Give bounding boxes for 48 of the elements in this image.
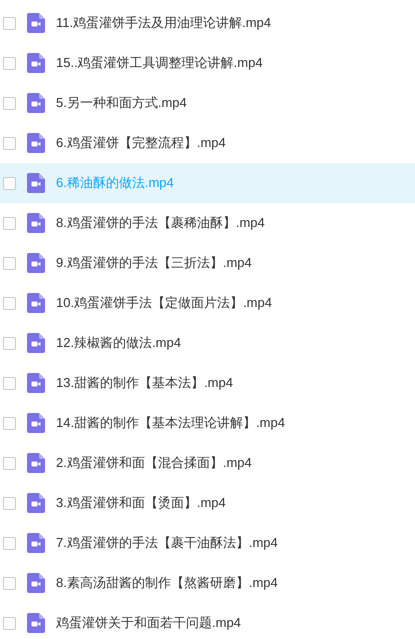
checkbox[interactable] (3, 136, 16, 150)
video-file-icon (27, 253, 45, 273)
video-file-icon (27, 533, 45, 553)
video-file-icon (27, 93, 45, 113)
checkbox[interactable] (3, 176, 16, 190)
checkbox[interactable] (3, 416, 16, 430)
file-name: 3.鸡蛋灌饼和面【烫面】.mp4 (56, 494, 226, 512)
checkbox[interactable] (3, 256, 16, 270)
file-name: 8.鸡蛋灌饼的手法【裹稀油酥】.mp4 (56, 214, 265, 232)
checkbox[interactable] (3, 336, 16, 350)
video-file-icon (27, 53, 45, 73)
file-name: 11.鸡蛋灌饼手法及用油理论讲解.mp4 (56, 14, 272, 32)
video-file-icon (27, 213, 45, 233)
checkbox[interactable] (3, 16, 16, 30)
video-file-icon (27, 373, 45, 393)
video-file-icon (27, 573, 45, 593)
file-name: 6.稀油酥的做法.mp4 (56, 174, 174, 192)
checkbox[interactable] (3, 616, 16, 630)
video-file-icon (27, 413, 45, 433)
file-name: 10.鸡蛋灌饼手法【定做面片法】.mp4 (56, 294, 272, 312)
video-file-icon (27, 493, 45, 513)
file-name: 鸡蛋灌饼关于和面若干问题.mp4 (56, 614, 241, 632)
video-file-icon (27, 613, 45, 633)
file-name: 8.素高汤甜酱的制作【熬酱研磨】.mp4 (56, 574, 278, 592)
checkbox[interactable] (3, 576, 16, 590)
file-name: 14.甜酱的制作【基本法理论讲解】.mp4 (56, 414, 285, 432)
video-file-icon (27, 173, 45, 193)
checkbox[interactable] (3, 496, 16, 510)
checkbox[interactable] (3, 96, 16, 110)
file-name: 9.鸡蛋灌饼的手法【三折法】.mp4 (56, 254, 252, 272)
checkbox[interactable] (3, 216, 16, 230)
file-name: 13.甜酱的制作【基本法】.mp4 (56, 374, 233, 392)
file-name: 6.鸡蛋灌饼【完整流程】.mp4 (56, 134, 226, 152)
video-file-icon (27, 293, 45, 313)
checkbox[interactable] (3, 536, 16, 550)
video-file-icon (27, 453, 45, 473)
checkbox[interactable] (3, 56, 16, 70)
checkbox[interactable] (3, 296, 16, 310)
checkbox[interactable] (3, 456, 16, 470)
video-file-icon (27, 133, 45, 153)
file-name: 2.鸡蛋灌饼和面【混合揉面】.mp4 (56, 454, 252, 472)
file-name: 12.辣椒酱的做法.mp4 (56, 334, 181, 352)
file-name: 7.鸡蛋灌饼的手法【裹干油酥法】.mp4 (56, 534, 278, 552)
video-file-icon (27, 333, 45, 353)
file-name: 15..鸡蛋灌饼工具调整理论讲解.mp4 (56, 54, 263, 72)
video-file-icon (27, 13, 45, 33)
checkbox[interactable] (3, 376, 16, 390)
file-name: 5.另一种和面方式.mp4 (56, 94, 187, 112)
